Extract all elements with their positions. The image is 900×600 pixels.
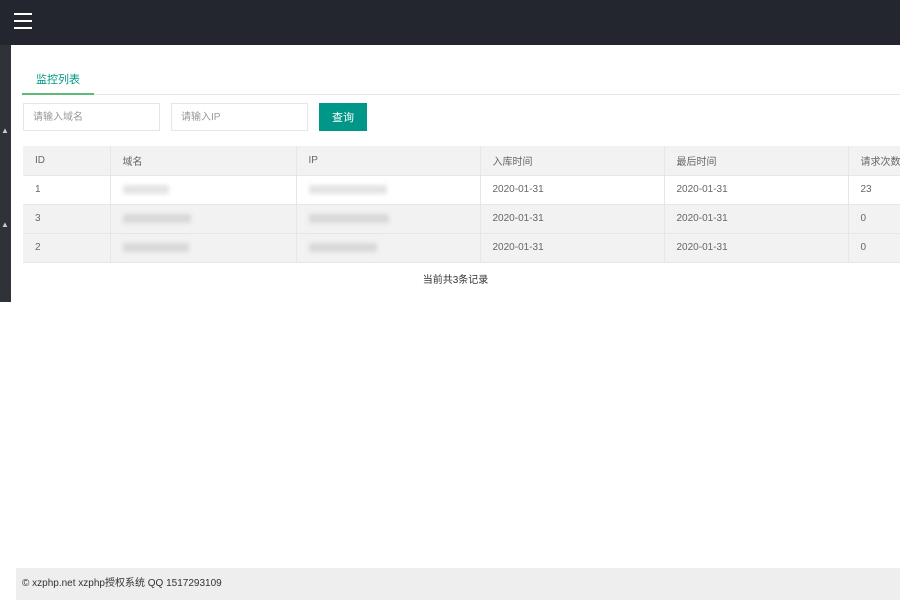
- redacted-ip: ████████████: [308, 242, 377, 252]
- table-header-row: ID 域名 IP 入库时间 最后时间 请求次数: [23, 146, 900, 176]
- table-row[interactable]: 2 ██████████ ████████████ 2020-01-31 202…: [23, 233, 900, 263]
- table-row[interactable]: 3 ██████████ ████████████ 2020-01-31 202…: [23, 204, 900, 234]
- chevron-icon: ▲: [1, 126, 9, 135]
- cell-last: 2020-01-31: [664, 204, 849, 234]
- cell-created: 2020-01-31: [480, 175, 665, 205]
- sidebar-nav: ▲ ▲: [0, 45, 11, 302]
- column-header-domain: 域名: [110, 146, 297, 176]
- cell-ip: ████████████: [296, 233, 481, 263]
- query-button[interactable]: 查询: [319, 103, 367, 131]
- column-header-count: 请求次数: [848, 146, 900, 176]
- cell-last: 2020-01-31: [664, 233, 849, 263]
- tab-bar: 监控列表: [22, 65, 900, 95]
- table-row[interactable]: 1 ██████████ ████████████ 2020-01-31 202…: [23, 175, 900, 205]
- top-bar: [0, 0, 900, 45]
- cell-domain: ██████████: [110, 175, 297, 205]
- record-count-text: 当前共3条记录: [422, 275, 489, 286]
- column-header-created: 入库时间: [480, 146, 665, 176]
- cell-count: 23: [848, 175, 900, 205]
- column-header-ip: IP: [296, 146, 481, 176]
- redacted-domain: ██████████: [122, 242, 189, 252]
- cell-count: 0: [848, 233, 900, 263]
- main-content: 监控列表 查询 ID 域名 IP 入库时间 最后时间 请求次数 1 ██████…: [11, 45, 900, 600]
- cell-created: 2020-01-31: [480, 204, 665, 234]
- redacted-ip: ████████████: [308, 213, 389, 223]
- redacted-domain: ██████████: [122, 184, 169, 194]
- sidebar-item-1[interactable]: ▲: [0, 117, 11, 147]
- cell-ip: ████████████: [296, 204, 481, 234]
- cell-domain: ██████████: [110, 233, 297, 263]
- cell-count: 0: [848, 204, 900, 234]
- redacted-ip: ████████████: [308, 184, 387, 194]
- chevron-icon: ▲: [1, 220, 9, 229]
- monitor-table: ID 域名 IP 入库时间 最后时间 请求次数 1 ██████████ ███…: [23, 146, 900, 263]
- cell-created: 2020-01-31: [480, 233, 665, 263]
- cell-id: 1: [23, 175, 111, 205]
- column-header-last: 最后时间: [664, 146, 849, 176]
- cell-id: 3: [23, 204, 111, 234]
- cell-id: 2: [23, 233, 111, 263]
- footer-copyright: © xzphp.net xzphp授权系统 QQ 1517293109: [16, 568, 900, 600]
- cell-domain: ██████████: [110, 204, 297, 234]
- cell-ip: ████████████: [296, 175, 481, 205]
- redacted-domain: ██████████: [122, 213, 191, 223]
- column-header-id: ID: [23, 146, 111, 176]
- sidebar-item-2[interactable]: ▲: [0, 211, 11, 241]
- ip-search-input[interactable]: [171, 103, 308, 131]
- tab-monitor-list[interactable]: 监控列表: [22, 65, 94, 95]
- hamburger-menu-icon[interactable]: [14, 13, 32, 29]
- cell-last: 2020-01-31: [664, 175, 849, 205]
- sidebar: ▲ ▲: [0, 45, 11, 600]
- domain-search-input[interactable]: [23, 103, 160, 131]
